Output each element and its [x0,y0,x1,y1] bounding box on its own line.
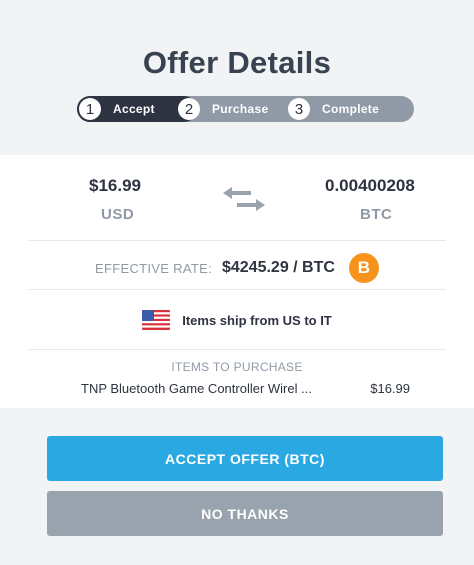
item-price: $16.99 [370,381,410,396]
shipping-row: Items ship from US to IT [0,305,474,335]
divider [28,240,446,241]
items-heading: ITEMS TO PURCHASE [171,360,303,374]
header: Offer Details 1 Accept 2 Purchase 3 Comp… [0,0,474,155]
step-number: 3 [288,98,310,120]
offer-card: $16.99 USD 0.00400208 BTC EFFECTIVE RATE… [0,155,474,408]
step-label: Accept [113,102,155,116]
step-purchase: 2 Purchase [176,96,268,122]
usd-amount: $16.99 [89,176,141,195]
swap-arrows-icon [223,187,265,211]
divider [28,289,446,290]
rate-label: EFFECTIVE RATE: [95,260,212,276]
btc-amount: 0.00400208 [325,176,415,195]
action-area: ACCEPT OFFER (BTC) NO THANKS [0,408,474,565]
step-label: Complete [322,102,380,116]
divider [28,349,446,350]
step-complete: 3 Complete [286,96,379,122]
btc-label: BTC [360,206,393,223]
step-accept: 1 Accept [77,96,155,122]
bitcoin-icon: B [348,253,379,283]
accept-offer-button[interactable]: ACCEPT OFFER (BTC) [47,436,443,481]
step-number: 2 [178,98,200,120]
page-title: Offer Details [142,45,332,80]
us-flag-icon [142,310,171,330]
item-name: TNP Bluetooth Game Controller Wirel ... [81,381,312,396]
effective-rate-row: EFFECTIVE RATE: $4245.29 / BTC B [0,251,474,285]
no-thanks-button[interactable]: NO THANKS [47,491,443,536]
usd-label: USD [101,206,135,223]
step-number: 1 [79,98,101,120]
step-progress: 1 Accept 2 Purchase 3 Complete [77,96,414,122]
rate-value: $4245.29 / BTC [221,259,335,276]
step-label: Purchase [212,102,269,116]
shipping-text: Items ship from US to IT [182,312,332,328]
